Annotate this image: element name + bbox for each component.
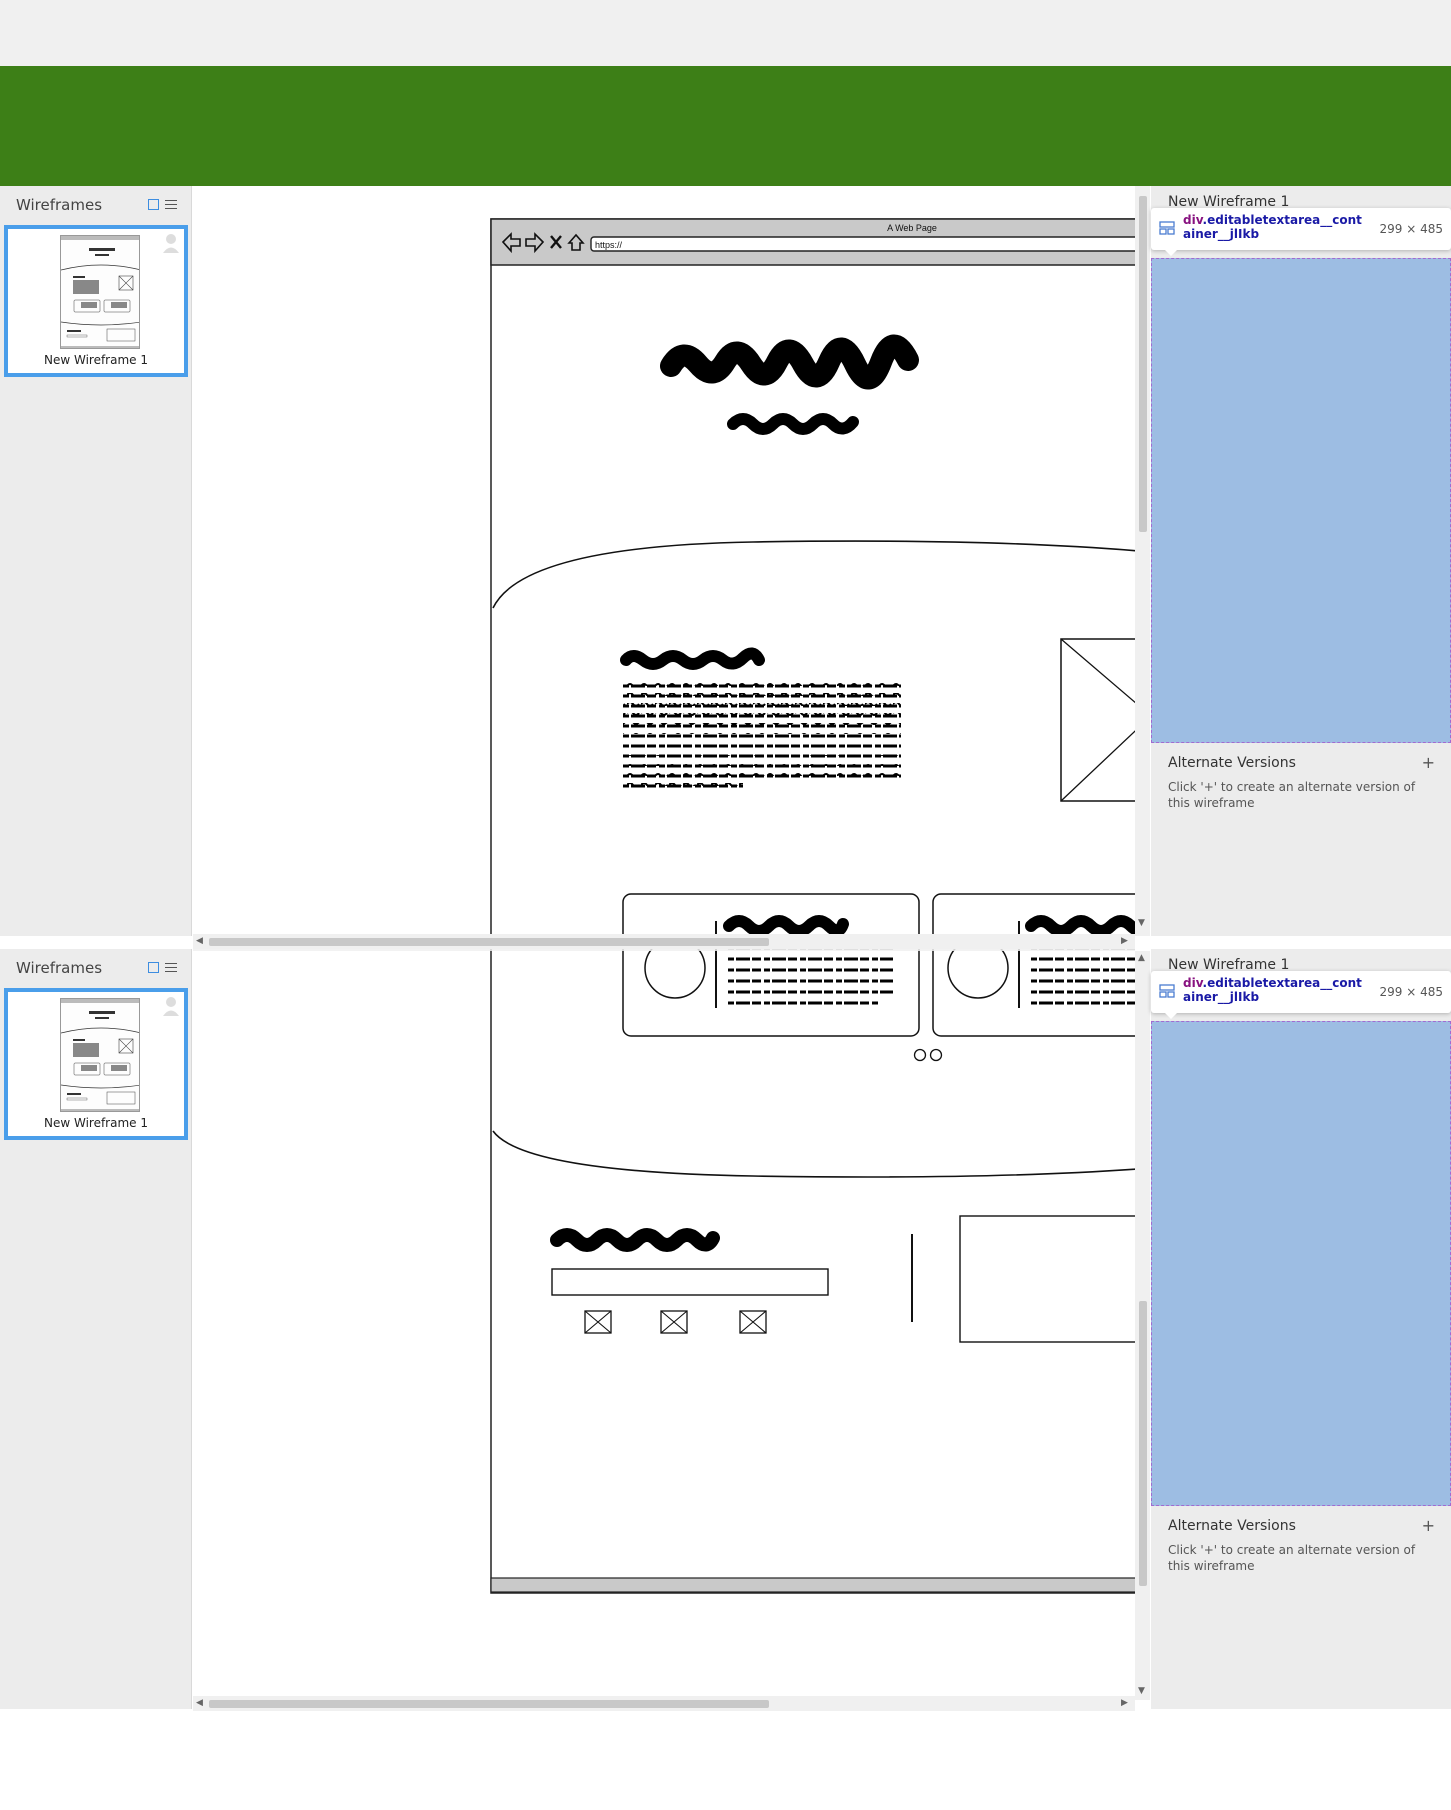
add-alternate-version-button[interactable]: + [1422,753,1435,772]
scroll-left-arrow-icon[interactable]: ◀ [196,936,203,946]
vertical-scrollbar[interactable]: ▲ ▼ [1135,951,1150,1700]
scroll-up-arrow-icon[interactable]: ▲ [1138,953,1145,963]
list-view-icon[interactable] [165,199,177,211]
scroll-down-arrow-icon[interactable]: ▼ [1138,918,1145,928]
vertical-scrollbar[interactable]: ▼ [1135,186,1150,936]
inspector-selector: div.editabletextarea__container__jlIkb [1183,976,1362,1004]
image-placeholder-icon [1060,638,1135,802]
user-avatar-icon [163,997,179,1016]
scroll-right-arrow-icon[interactable]: ▶ [1121,1698,1128,1708]
inspector-size: 299 × 485 [1379,222,1444,236]
vertical-scrollbar-thumb[interactable] [1139,196,1147,532]
footer-icon-1 [584,1310,612,1334]
horizontal-scrollbar[interactable]: ◀ ▶ [193,934,1135,949]
properties-panel: New Wireframe 1 div.editabletextarea__co… [1151,186,1451,936]
wireframe-thumbnail[interactable]: New Wireframe 1 [4,225,188,377]
scroll-down-arrow-icon[interactable]: ▼ [1138,1686,1145,1696]
flex-container-icon [1159,984,1175,998]
sidebar-title: Wireframes [16,196,103,214]
list-view-icon[interactable] [165,962,177,974]
app-root: Wireframes New Wireframe 1 Wireframes Ne… [0,0,1451,1810]
header-banner [0,66,1451,186]
grid-view-icon[interactable] [148,199,159,210]
horizontal-scrollbar-thumb[interactable] [209,938,769,946]
footer-icon-3 [739,1310,767,1334]
url-bar-text: https:// [595,240,623,250]
wireframe-thumbnail-image [60,235,140,349]
user-avatar-icon [163,234,179,253]
wireframes-sidebar-duplicate: Wireframes New Wireframe 1 [0,949,192,1709]
wireframe-thumbnail-label: New Wireframe 1 [43,1116,148,1130]
vertical-scrollbar-thumb[interactable] [1139,1301,1147,1586]
alternate-versions-title: Alternate Versions [1168,1518,1296,1534]
sidebar-title: Wireframes [16,959,103,977]
card-1 [622,893,920,1037]
horizontal-scrollbar-thumb[interactable] [209,1700,769,1708]
properties-panel-duplicate: New Wireframe 1 div.editabletextarea__co… [1151,949,1451,1709]
inspector-tooltip: div.editabletextarea__container__jlIkb 2… [1151,208,1451,256]
scroll-left-arrow-icon[interactable]: ◀ [196,1698,203,1708]
inspector-size: 299 × 485 [1379,985,1444,999]
wireframe-thumbnail[interactable]: New Wireframe 1 [4,988,188,1140]
grid-view-icon[interactable] [148,962,159,973]
inspector-selector: div.editabletextarea__container__jlIkb [1183,213,1362,241]
highlighted-textarea-container[interactable] [1151,258,1451,743]
top-toolbar [0,0,1451,66]
browser-title: A Web Page [887,223,937,233]
flex-container-icon [1159,221,1175,235]
inspector-tooltip: div.editabletextarea__container__jlIkb 2… [1151,971,1451,1019]
card-2 [932,893,1135,1037]
alternate-versions-description: Click '+' to create an alternate version… [1168,1543,1416,1573]
sidebar-view-toggle [148,959,177,974]
scroll-right-arrow-icon[interactable]: ▶ [1121,936,1128,946]
wireframes-sidebar: Wireframes New Wireframe 1 [0,186,192,936]
horizontal-scrollbar[interactable]: ◀ ▶ [193,1696,1135,1711]
wireframe-thumbnail-label: New Wireframe 1 [43,353,148,367]
add-alternate-version-button[interactable]: + [1422,1516,1435,1535]
footer-icon-2 [660,1310,688,1334]
alternate-versions-title: Alternate Versions [1168,755,1296,771]
alternate-versions-description: Click '+' to create an alternate version… [1168,780,1416,810]
highlighted-textarea-container[interactable] [1151,1021,1451,1506]
wireframe-thumbnail-image [60,998,140,1112]
sidebar-view-toggle [148,196,177,211]
